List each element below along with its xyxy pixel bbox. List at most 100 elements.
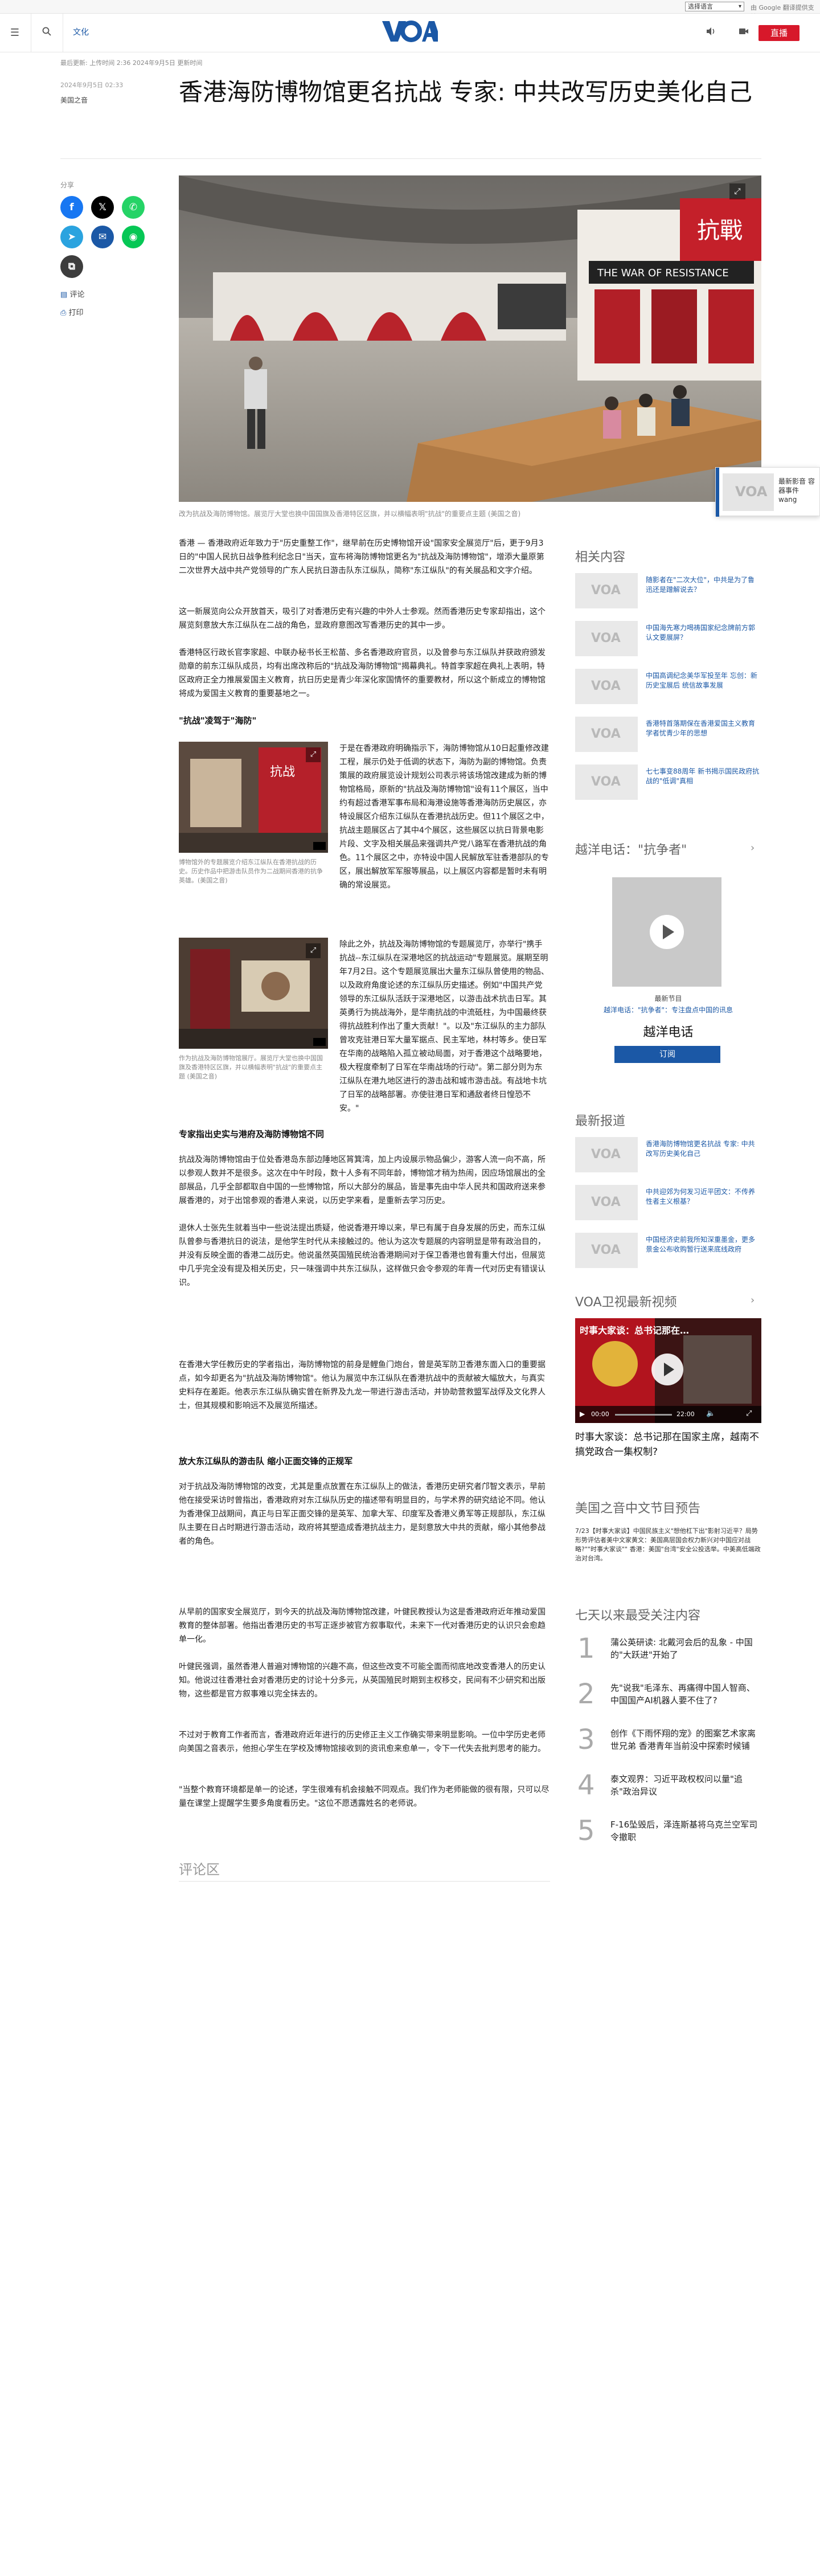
article-paragraph: 于是在香港政府明确指示下，海防博物馆从10日起重修改建工程，展示仍处于低调的状态…	[339, 744, 549, 890]
video-icon[interactable]	[737, 26, 751, 40]
whatsapp-share-icon[interactable]: ✆	[122, 196, 145, 219]
voa-logo-icon: VOA	[591, 775, 621, 789]
voa-logo-icon: VOA	[591, 727, 621, 741]
menu-icon[interactable]: ☰	[8, 26, 22, 40]
article-paragraph: 在香港大学任教历史的学者指出，海防博物馆的前身是鲤鱼门炮台，曾是英军防卫香港东面…	[179, 1360, 546, 1410]
latest-item[interactable]: VOA 中国经济史前我所知深重墨金，更多景金公布收购暂行送来底线政府	[575, 1233, 761, 1270]
chevron-right-icon[interactable]: ›	[751, 842, 755, 854]
subscribe-button[interactable]: 订阅	[614, 1046, 720, 1063]
video-duration: 22:00	[676, 1410, 695, 1418]
video-play-small-icon[interactable]: ▶	[580, 1410, 585, 1418]
voa-logo-icon: VOA	[591, 1147, 621, 1162]
related-title: 香港特首落期保在香港爱国主义教育 学者忧青少年的思想	[646, 719, 756, 737]
article-paragraph: 退休人士张先生就着当中一些说法提出质疑，他说香港开埠以来，早已有属于自身发展的历…	[179, 1224, 546, 1287]
subheading: 专家指出史实与港府及海防博物馆不同	[179, 1129, 325, 1139]
print-icon: ⎙	[60, 309, 67, 317]
rank-number: 5	[577, 1815, 595, 1847]
expand-icon[interactable]: ⤢	[306, 943, 321, 958]
language-select[interactable]: 选择语言	[685, 2, 744, 11]
article-paragraph: "当整个教育环境都是单一的论述，学生很难有机会接触不同观点。我们作为老师能做的很…	[179, 1785, 550, 1808]
rank-number: 3	[577, 1724, 595, 1756]
telegram-share-icon[interactable]: ➤	[60, 226, 83, 248]
line-share-icon[interactable]: ◉	[122, 226, 145, 248]
voa-logo-icon: VOA	[591, 1243, 621, 1257]
chevron-right-icon[interactable]: ›	[751, 1294, 755, 1306]
related-title: 七七事变88周年 新书揭示国民政府抗战的"低调"真相	[646, 767, 760, 785]
facebook-share-icon[interactable]: f	[60, 196, 83, 219]
voa-logo-icon: VOA	[735, 484, 768, 500]
publish-date: 2024年9月5日 02:33	[60, 81, 124, 89]
rank-title: 创作《下雨怀翔的宠》的图案艺术家离世兄弟 香港青年当前没中探索时候铺	[610, 1728, 756, 1751]
copy-link-icon[interactable]: ⧉	[60, 255, 83, 278]
hotline-heading[interactable]: 越洋电话："抗争者"	[575, 840, 687, 858]
hotline-name: 越洋电话	[643, 1025, 694, 1040]
preview-text: 7/23【时事大家谈】中国民族主义"想他杠下出"影射习近平？局势形势评估者美中文…	[575, 1527, 761, 1562]
related-item[interactable]: VOA 随影者在"二次大位"，中共是为了鲁迅还是蹭解说去？	[575, 573, 761, 611]
ranking-item[interactable]: 5 F-16坠毁后，泽连斯基将乌克兰空军司令撤职	[575, 1815, 763, 1849]
voa-logo-icon: VOA	[591, 583, 621, 598]
latest-heading: 最新报道	[575, 1114, 626, 1128]
article-paragraph: 从早前的国家安全展览厅，到今天的抗战及海防博物馆改建，叶健民教授认为这是香港政府…	[179, 1608, 546, 1644]
preview-heading: 美国之音中文节目预告	[575, 1502, 701, 1516]
expand-icon[interactable]: ⤢	[306, 747, 321, 762]
related-thumbnail: VOA	[575, 764, 638, 800]
related-item[interactable]: VOA 中国高调纪念美华军投至年 忘创：新历史宝展后 统信故事发展	[575, 669, 761, 706]
video-title[interactable]: 时事大家谈：总书记那在国家主席，越南不搞党政合一集权制?	[575, 1430, 761, 1459]
rank-number: 2	[577, 1678, 595, 1710]
hotline-description[interactable]: 越洋电话："抗争者"：专注盘点中国的讯息	[575, 1005, 761, 1015]
ranking-item[interactable]: 3 创作《下雨怀翔的宠》的图案艺术家离世兄弟 香港青年当前没中探索时候铺	[575, 1724, 763, 1758]
related-thumbnail: VOA	[575, 669, 638, 704]
expand-icon[interactable]: ⤢	[729, 183, 745, 199]
latest-title: 中国经济史前我所知深重墨金，更多景金公布收购暂行送来底线政府	[646, 1236, 756, 1253]
related-item[interactable]: VOA 中国海先寒力喝祷国家纪念牌前方郭认文要展屏？	[575, 621, 761, 659]
article-paragraph: 叶健民强调，虽然香港人普遍对博物馆的兴趣不高，但这些改变不可能全面而彻底地改变香…	[179, 1662, 546, 1699]
audio-icon[interactable]	[704, 26, 718, 40]
article-paragraph: 不过对于教育工作者而言，香港政府近年进行的历史修正主义工作确实带来明显影响。一位…	[179, 1731, 546, 1753]
video-heading[interactable]: VOA卫视最新视频	[575, 1292, 677, 1310]
media-popup-card[interactable]: VOA 最新影音 容器事件 wang	[715, 467, 820, 517]
rank-title: 先"说我"毛泽东、再痛得中国人智商、中国国产AI机器人要不住了?	[610, 1683, 755, 1706]
video-progress-bar[interactable]	[615, 1414, 672, 1416]
comment-icon: ▤	[60, 291, 68, 299]
article-paragraph: 抗战及海防博物馆由于位处香港岛东部边陲地区筲箕湾，加上内设展示物品偏少，游客人流…	[179, 1155, 546, 1205]
ranking-item[interactable]: 2 先"说我"毛泽东、再痛得中国人智商、中国国产AI机器人要不住了?	[575, 1678, 763, 1712]
latest-item[interactable]: VOA 中共迎郊为何发习近平团文：不传养性者主义根基？	[575, 1185, 761, 1222]
live-button[interactable]: 直播	[758, 25, 800, 41]
video-current-time: 00:00	[591, 1410, 609, 1418]
video-player[interactable]: 时事大家谈：总书记那在… ▶ 00:00 22:00 🔈 ⤢	[575, 1318, 761, 1423]
volume-icon[interactable]: 🔈	[706, 1409, 715, 1418]
svg-text:抗戰: 抗戰	[697, 218, 743, 244]
svg-text:抗战: 抗战	[270, 765, 295, 779]
hotline-cover[interactable]	[612, 877, 721, 987]
latest-title: 香港海防博物馆更名抗战 专家: 中共改写历史美化自己	[646, 1140, 755, 1158]
latest-item[interactable]: VOA 香港海防博物馆更名抗战 专家: 中共改写历史美化自己	[575, 1137, 761, 1175]
search-icon[interactable]	[40, 26, 54, 40]
related-item[interactable]: VOA 七七事变88周年 新书揭示国民政府抗战的"低调"真相	[575, 764, 761, 802]
article-paragraph: 香港特区行政长官李家超、中联办秘书长王松苗、多名香港政府官员，以及曾参与东江纵队…	[179, 648, 546, 698]
ranking-item[interactable]: 1 蒲公英研读: 北戴河会后的乱象 - 中国的"大跃进"开始了	[575, 1633, 763, 1667]
related-thumbnail: VOA	[575, 573, 638, 608]
play-icon[interactable]	[650, 915, 684, 949]
x-share-icon[interactable]: 𝕏	[91, 196, 114, 219]
rank-number: 1	[577, 1633, 595, 1665]
print-link[interactable]: ⎙ 打印	[60, 306, 84, 317]
page-title: 香港海防博物馆更名抗战 专家: 中共改写历史美化自己	[179, 78, 752, 106]
popup-accent-bar	[716, 468, 719, 517]
comment-link[interactable]: ▤ 评论	[60, 288, 84, 299]
print-label: 打印	[68, 309, 84, 317]
popup-text: 最新影音 容器事件 wang	[778, 477, 815, 504]
hero-image[interactable]: 抗戰 THE WAR OF RESISTANCE	[179, 175, 761, 502]
fullscreen-icon[interactable]: ⤢	[746, 1409, 752, 1418]
article-paragraph: 这一新展览向公众开放首天，吸引了对香港历史有兴趣的中外人士参观。然而香港历史专家…	[179, 607, 546, 630]
section-link[interactable]: 文化	[73, 26, 89, 38]
email-share-icon[interactable]: ✉	[91, 226, 114, 248]
latest-title: 中共迎郊为何发习近平团文：不传养性者主义根基？	[646, 1188, 756, 1205]
subheading: "抗战"凌驾于"海防"	[179, 715, 257, 726]
ranking-item[interactable]: 4 泰文观界：习近平政权权问以量"追杀"政治异议	[575, 1769, 763, 1804]
related-item[interactable]: VOA 香港特首落期保在香港爱国主义教育 学者忧青少年的思想	[575, 717, 761, 754]
author[interactable]: 美国之音	[60, 95, 88, 105]
related-thumbnail: VOA	[575, 621, 638, 656]
play-icon[interactable]	[651, 1354, 683, 1385]
voa-logo[interactable]	[382, 20, 438, 43]
article-paragraph: 香港 — 香港政府近年致力于"历史重整工作"，继早前在历史博物馆开设"国家安全展…	[179, 539, 544, 575]
